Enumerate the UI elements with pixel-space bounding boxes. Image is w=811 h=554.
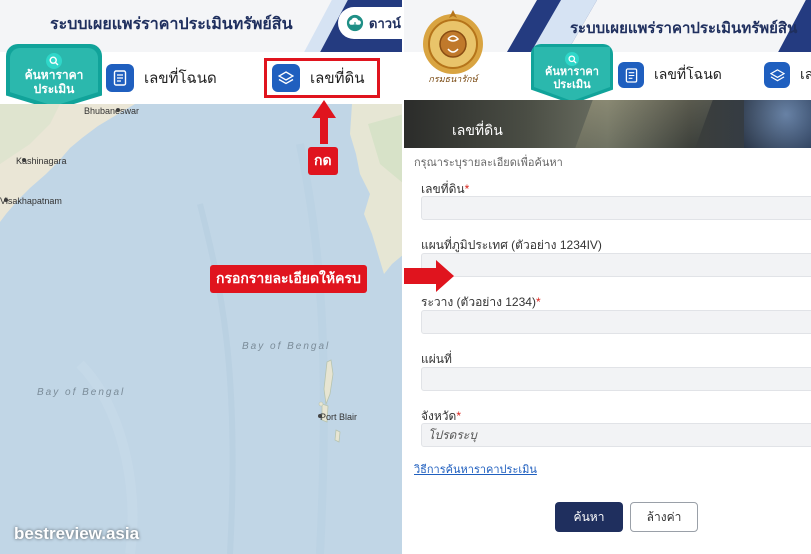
annotation-arrows — [312, 100, 454, 292]
annotation-fill-in: กรอกรายละเอียดให้ครบ — [210, 265, 367, 293]
annotation-press: กด — [308, 147, 338, 175]
arrow-right-icon — [404, 260, 454, 292]
arrow-up-icon — [312, 100, 336, 144]
